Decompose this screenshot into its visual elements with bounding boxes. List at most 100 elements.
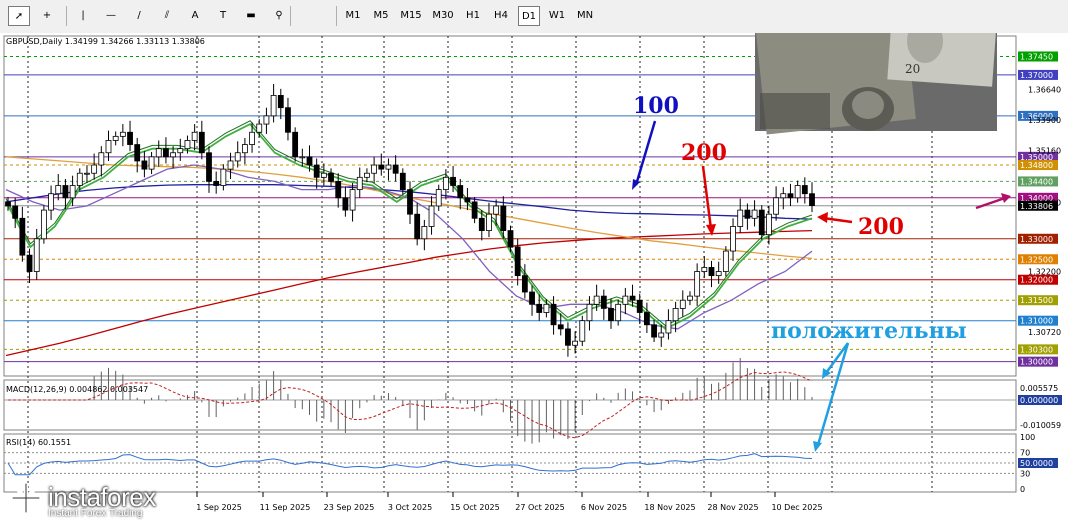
candle-body [249,131,255,145]
candle-body [69,185,76,199]
level-tag-text: 1.37450 [1020,52,1053,61]
channel-tool[interactable]: ⫽ [156,6,178,26]
candle-body [76,172,83,186]
trendline-tool[interactable]: / [128,6,150,26]
level-tag-text: 1.34400 [1020,177,1053,186]
candle-body [328,172,334,182]
candle-body [26,254,33,272]
candle-body [579,320,586,342]
candle-body [227,160,234,170]
candle-body [643,312,650,326]
candle-body [787,193,794,199]
rsi-tick-label: 30 [1020,469,1030,478]
candle-body [270,94,277,117]
candle-body [708,267,715,277]
text-tool[interactable]: A [184,6,206,26]
candle-body [521,275,528,293]
timeframe-d1[interactable]: D1 [518,6,540,26]
candle-body [55,185,62,195]
candle-body [177,148,184,154]
candle-body [801,185,808,195]
candle-body [155,148,162,158]
candle-body [198,131,205,154]
candle-body [758,209,765,236]
more-shapes-tool[interactable]: ⚲ [268,6,290,26]
time-tick-label: 23 Sep 2025 [324,503,375,512]
timeframe-mn[interactable]: MN [574,6,596,26]
candle-body [450,176,456,186]
candle-body [5,201,11,207]
candle-body [306,156,313,166]
candle-body [593,295,600,305]
candle-body [127,131,133,145]
candle-body [737,209,744,227]
candle-body [206,152,212,182]
candle-body [665,320,672,334]
time-tick-label: 15 Oct 2025 [450,503,499,512]
price-tick-label: 1.35160 [1028,146,1061,155]
vertical-line-tool[interactable]: | [72,6,94,26]
candle-body [91,164,98,174]
candle-body [493,205,500,215]
timeframe-m15[interactable]: M15 [398,6,424,26]
timeframe-w1[interactable]: W1 [546,6,568,26]
candle-body [565,328,571,346]
candle-body [141,160,148,170]
candle-body [98,152,105,166]
candle-body [543,303,550,313]
candle-body [184,140,191,150]
candle-body [364,172,370,178]
level-tag-text: 1.31000 [1020,317,1053,326]
price-tick-label: 1.30720 [1028,328,1061,337]
timeframe-m30[interactable]: M30 [430,6,456,26]
timeframe-h4[interactable]: H4 [490,6,512,26]
candle-body [19,217,26,256]
candle-body [435,189,442,207]
candle-body [378,164,385,170]
candle-body [421,226,428,240]
candle-body [134,144,141,162]
candle-body [536,303,543,313]
timeframe-h1[interactable]: H1 [462,6,484,26]
candle-body [608,308,614,322]
candle-body [672,308,679,322]
photo-inset: 20 [754,33,998,135]
candle-body [371,164,378,174]
candle-body [766,213,772,236]
candle-body [622,295,629,305]
horizontal-line-tool[interactable]: — [100,6,122,26]
time-tick-label: 27 Oct 2025 [515,503,564,512]
level-tag-text: 1.33000 [1020,235,1053,244]
price-tick-label: 1.32200 [1028,268,1061,277]
candle-body [744,209,751,219]
candle-body [148,156,155,170]
candle-body [263,115,270,125]
timeframe-m1[interactable]: M1 [342,6,364,26]
time-tick-label: 18 Nov 2025 [644,503,695,512]
candle-body [486,213,492,231]
candle-body [33,238,40,272]
macd-tick-label: 0.005575 [1020,384,1058,393]
crosshair-tool[interactable]: + [36,6,58,26]
candle-body [557,324,564,330]
level-tag-text: 1.30000 [1020,358,1053,367]
text-label-tool[interactable]: T [212,6,234,26]
current-price-text: 1.33806 [1020,202,1053,211]
level-tag-text: 1.37000 [1020,71,1053,80]
candle-body [529,291,535,305]
price-chart[interactable]: 1.374501.370001.360001.350001.348001.344… [0,33,1068,523]
time-tick-label: 28 Nov 2025 [707,503,758,512]
level-tag-text: 1.32000 [1020,276,1053,285]
candle-body [105,140,112,154]
candle-body [277,94,284,109]
candle-body [392,164,399,174]
candle-body [241,144,248,154]
candle-body [600,295,607,309]
candle-body [809,193,815,206]
candle-body [730,226,736,252]
cursor-tool[interactable]: ➚ [8,6,30,26]
timeframe-m5[interactable]: M5 [370,6,392,26]
candle-body [687,295,693,301]
arrow-shapes-tool[interactable]: ▬ [240,6,262,26]
candle-body [615,303,622,322]
